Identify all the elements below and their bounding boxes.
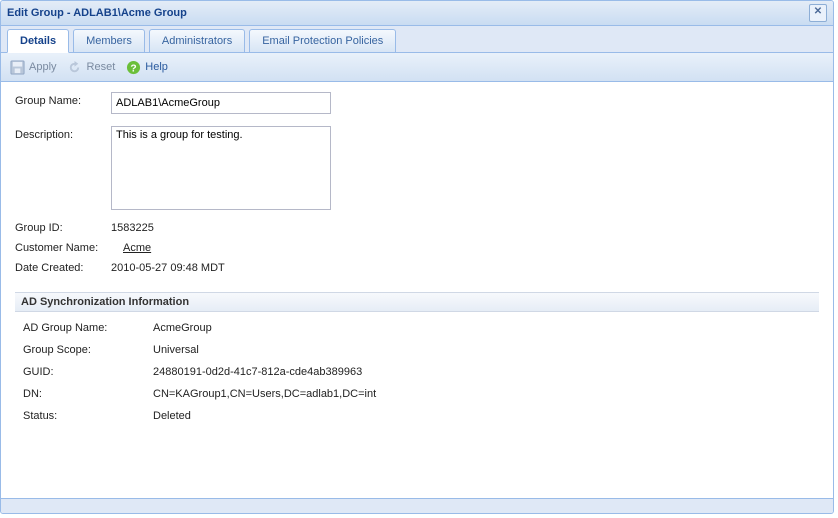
- customer-name-label: Customer Name:: [15, 242, 123, 254]
- date-created-row: Date Created: 2010-05-27 09:48 MDT: [15, 262, 819, 274]
- help-button[interactable]: ? Help: [125, 59, 168, 75]
- tab-label: Details: [20, 35, 56, 47]
- tab-label: Members: [86, 35, 132, 47]
- group-scope-value: Universal: [153, 344, 199, 356]
- ad-group-name-row: AD Group Name: AcmeGroup: [23, 322, 819, 334]
- ad-sync-header: AD Synchronization Information: [15, 292, 819, 312]
- tab-bar: Details Members Administrators Email Pro…: [1, 26, 833, 53]
- apply-label: Apply: [29, 61, 57, 73]
- description-label: Description:: [15, 126, 111, 210]
- window-bottom-strip: [1, 498, 833, 513]
- ad-group-name-value: AcmeGroup: [153, 322, 212, 334]
- ad-group-name-label: AD Group Name:: [23, 322, 153, 334]
- tab-label: Email Protection Policies: [262, 35, 383, 47]
- help-label: Help: [145, 61, 168, 73]
- reset-button[interactable]: Reset: [67, 59, 116, 75]
- tab-details[interactable]: Details: [7, 29, 69, 53]
- date-created-label: Date Created:: [15, 262, 111, 274]
- dn-value: CN=KAGroup1,CN=Users,DC=adlab1,DC=int: [153, 388, 376, 400]
- window-title: Edit Group - ADLAB1\Acme Group: [7, 7, 187, 19]
- tab-members[interactable]: Members: [73, 29, 145, 52]
- group-name-label: Group Name:: [15, 92, 111, 114]
- window-titlebar: Edit Group - ADLAB1\Acme Group ✕: [1, 1, 833, 26]
- description-textarea[interactable]: [111, 126, 331, 210]
- group-scope-row: Group Scope: Universal: [23, 344, 819, 356]
- dn-label: DN:: [23, 388, 153, 400]
- tab-administrators[interactable]: Administrators: [149, 29, 245, 52]
- disk-save-icon: [9, 59, 25, 75]
- status-label: Status:: [23, 410, 153, 422]
- reset-arrow-icon: [67, 59, 83, 75]
- group-id-label: Group ID:: [15, 222, 111, 234]
- group-id-value: 1583225: [111, 222, 154, 234]
- group-scope-label: Group Scope:: [23, 344, 153, 356]
- description-row: Description:: [15, 126, 819, 210]
- apply-button[interactable]: Apply: [9, 59, 57, 75]
- status-row: Status: Deleted: [23, 410, 819, 422]
- tab-email-protection-policies[interactable]: Email Protection Policies: [249, 29, 396, 52]
- guid-value: 24880191-0d2d-41c7-812a-cde4ab389963: [153, 366, 362, 378]
- dn-row: DN: CN=KAGroup1,CN=Users,DC=adlab1,DC=in…: [23, 388, 819, 400]
- guid-row: GUID: 24880191-0d2d-41c7-812a-cde4ab3899…: [23, 366, 819, 378]
- help-icon: ?: [125, 59, 141, 75]
- group-id-row: Group ID: 1583225: [15, 222, 819, 234]
- close-button[interactable]: ✕: [809, 4, 827, 22]
- tab-label: Administrators: [162, 35, 232, 47]
- close-icon: ✕: [814, 6, 822, 17]
- group-name-row: Group Name:: [15, 92, 819, 114]
- group-name-input[interactable]: [111, 92, 331, 114]
- svg-text:?: ?: [130, 63, 136, 74]
- edit-group-window: Edit Group - ADLAB1\Acme Group ✕ Details…: [0, 0, 834, 514]
- date-created-value: 2010-05-27 09:48 MDT: [111, 262, 225, 274]
- guid-label: GUID:: [23, 366, 153, 378]
- customer-name-row: Customer Name: Acme: [15, 242, 819, 254]
- toolbar: Apply Reset ? Help: [1, 53, 833, 82]
- status-value: Deleted: [153, 410, 191, 422]
- details-panel: Group Name: Description: Group ID: 15832…: [1, 82, 833, 498]
- reset-label: Reset: [87, 61, 116, 73]
- customer-name-link[interactable]: Acme: [123, 242, 151, 254]
